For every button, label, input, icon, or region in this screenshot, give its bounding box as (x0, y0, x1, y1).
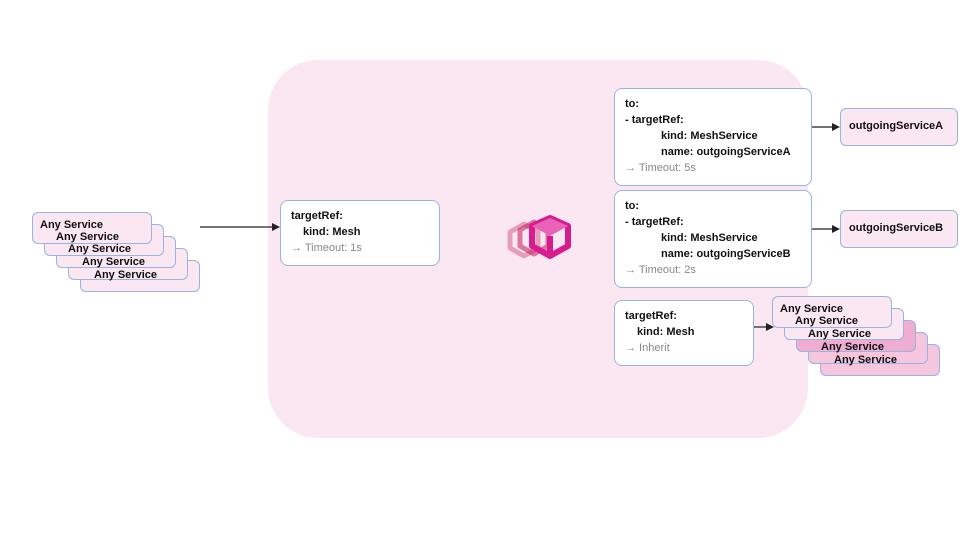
card-line: - targetRef: (625, 114, 684, 126)
card-line: - targetRef: (625, 216, 684, 228)
outgoing-service-a-label: outgoingServiceA (849, 120, 943, 132)
card-line: to: (625, 98, 639, 110)
card-line: → Inherit (625, 341, 743, 357)
card-line: name: outgoingServiceA (661, 146, 791, 158)
mesh-logo-icon (488, 210, 576, 278)
card-line: → Timeout: 1s (291, 241, 429, 257)
card-line: → Timeout: 5s (625, 161, 801, 177)
any-service-label: Any Service (808, 328, 871, 340)
outgoing-service-b-label: outgoingServiceB (849, 222, 943, 234)
any-service-label: Any Service (94, 269, 157, 281)
any-service-label: Any Service (795, 315, 858, 327)
arrow-icon (812, 224, 840, 234)
card-line: targetRef: (291, 210, 343, 222)
card-line: → Timeout: 2s (625, 263, 801, 279)
any-service-label: Any Service (834, 354, 897, 366)
any-service-label: Any Service (40, 219, 103, 231)
any-service-label: Any Service (821, 341, 884, 353)
card-line: kind: Mesh (637, 326, 694, 338)
any-service-label: Any Service (780, 303, 843, 315)
to-targetref-card-b: to: - targetRef: kind: MeshService name:… (614, 190, 812, 288)
arrow-icon (812, 122, 840, 132)
card-line: name: outgoingServiceB (661, 248, 791, 260)
targetref-mesh-card: targetRef: kind: Mesh → Timeout: 1s (280, 200, 440, 266)
any-service-label: Any Service (56, 231, 119, 243)
to-targetref-card-a: to: - targetRef: kind: MeshService name:… (614, 88, 812, 186)
any-service-label: Any Service (68, 243, 131, 255)
card-line: targetRef: (625, 310, 677, 322)
arrow-icon (754, 322, 774, 332)
any-service-label: Any Service (82, 256, 145, 268)
card-line: to: (625, 200, 639, 212)
card-line: kind: MeshService (661, 232, 758, 244)
card-line: kind: MeshService (661, 130, 758, 142)
targetref-inherit-card: targetRef: kind: Mesh → Inherit (614, 300, 754, 366)
card-line: kind: Mesh (303, 226, 360, 238)
arrow-icon (200, 222, 280, 232)
